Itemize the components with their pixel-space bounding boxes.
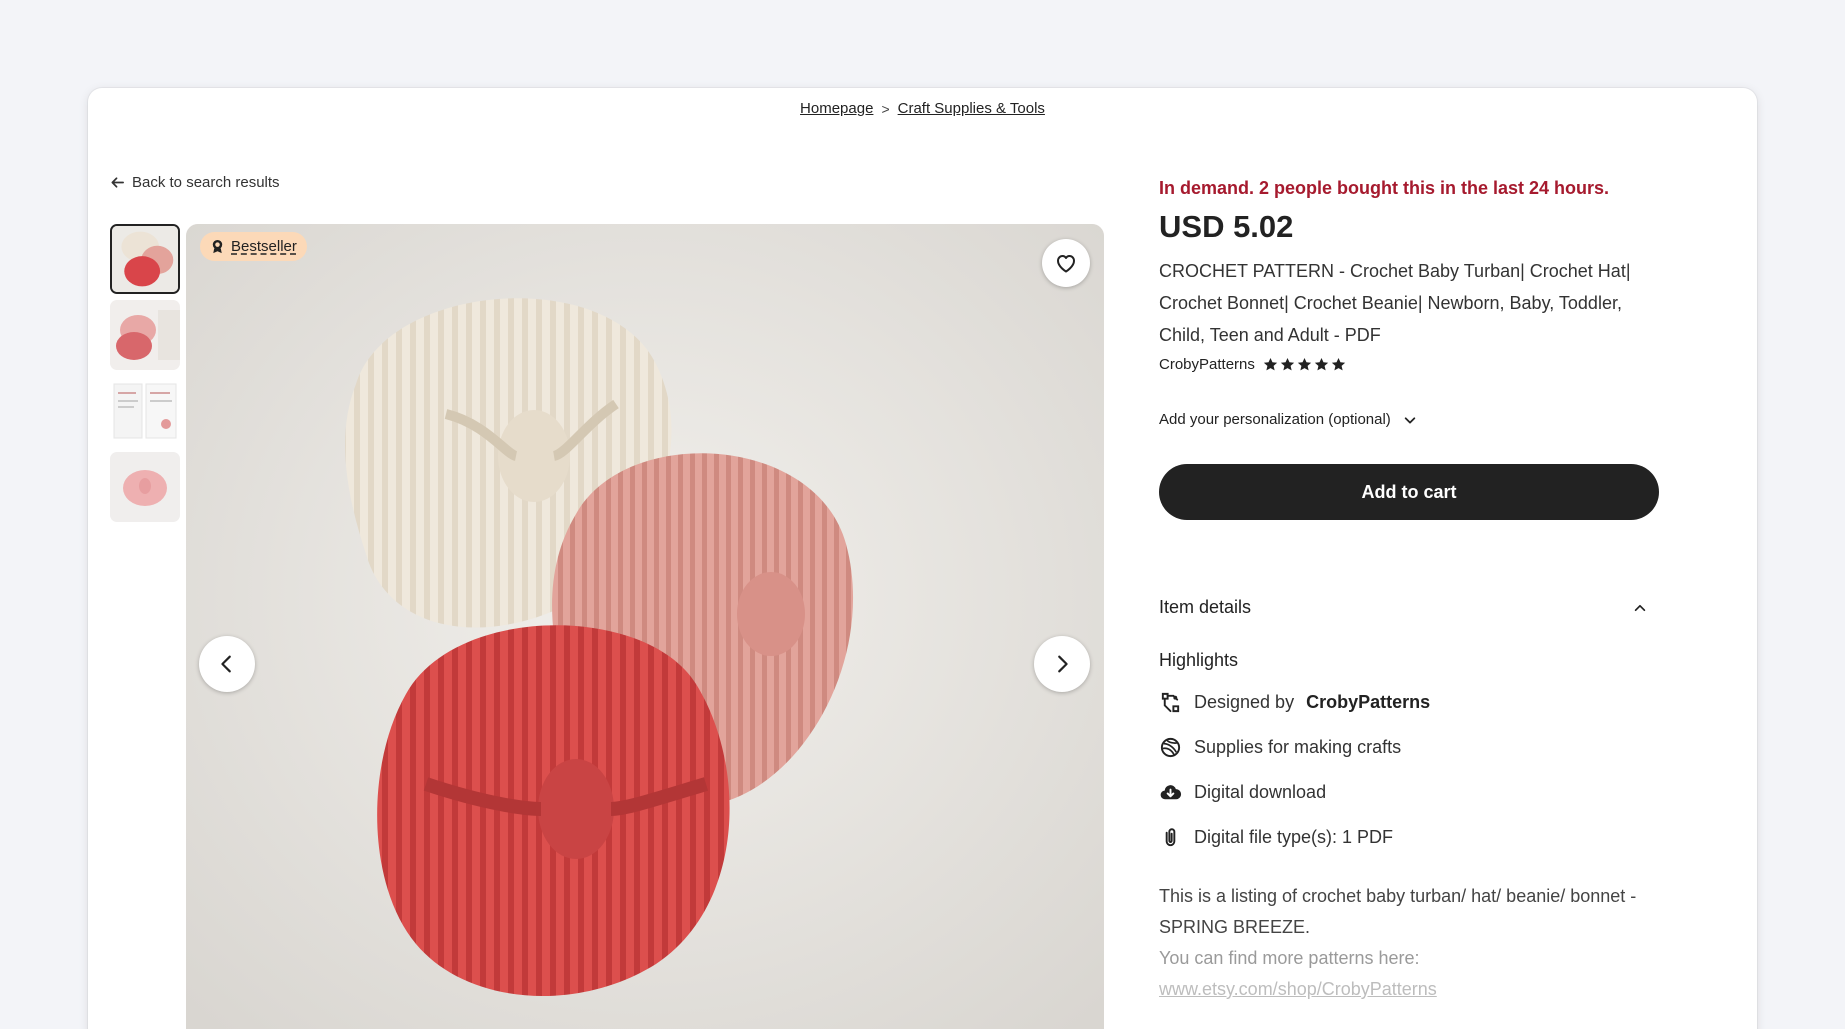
- back-link-label: Back to search results: [132, 174, 280, 191]
- yarn-ball-icon: [1160, 737, 1181, 758]
- breadcrumb-separator: >: [881, 100, 890, 117]
- chevron-left-icon: [221, 655, 231, 673]
- star-icon: [1263, 357, 1278, 371]
- item-details-toggle[interactable]: Item details: [1159, 597, 1659, 618]
- award-icon: [212, 239, 223, 254]
- thumbnail-image: [112, 226, 178, 292]
- listing-title: CROCHET PATTERN - Crochet Baby Turban| C…: [1159, 261, 1631, 345]
- personalization-label: Add your personalization (optional): [1159, 411, 1391, 428]
- add-to-cart-button[interactable]: Add to cart: [1159, 464, 1659, 520]
- bestseller-badge: Bestseller: [200, 232, 307, 261]
- previous-image-button[interactable]: [199, 636, 255, 692]
- chevron-up-icon: [1634, 604, 1646, 611]
- breadcrumb-craft-supplies[interactable]: Craft Supplies & Tools: [898, 100, 1045, 117]
- designed-by-shop: CrobyPatterns: [1306, 692, 1431, 712]
- shop-url-link[interactable]: www.etsy.com/shop/CrobyPatterns: [1159, 974, 1659, 1005]
- thumbnail-image: [110, 376, 180, 446]
- shop-row: CrobyPatterns: [1159, 356, 1659, 373]
- description-line-2: You can find more patterns here:: [1159, 948, 1420, 968]
- file-type-text: Digital file type(s): 1 PDF: [1194, 827, 1394, 847]
- supplies-text: Supplies for making crafts: [1194, 737, 1402, 757]
- thumbnail-4[interactable]: [110, 452, 180, 522]
- chevron-down-icon: [1404, 416, 1416, 423]
- shop-name-link[interactable]: CrobyPatterns: [1159, 356, 1255, 373]
- star-icon: [1314, 357, 1329, 371]
- thumbnail-2[interactable]: [110, 300, 180, 370]
- breadcrumb: Homepage > Craft Supplies & Tools: [88, 100, 1757, 117]
- paperclip-icon: [1165, 828, 1176, 847]
- thumbnail-1[interactable]: [110, 224, 180, 294]
- designed-by-prefix: Designed by: [1194, 692, 1295, 712]
- highlight-designed-by: Designed by CrobyPatterns: [1159, 689, 1659, 716]
- favorite-button[interactable]: [1042, 239, 1090, 287]
- back-to-search-link[interactable]: Back to search results: [110, 174, 280, 191]
- star-icon: [1280, 357, 1295, 371]
- chevron-right-icon: [1058, 655, 1068, 673]
- listing-info: In demand. 2 people bought this in the l…: [1159, 176, 1659, 1005]
- thumbnail-3[interactable]: [110, 376, 180, 446]
- bestseller-label: Bestseller: [231, 238, 297, 255]
- arrow-left-icon: [111, 177, 124, 188]
- personalization-toggle[interactable]: Add your personalization (optional): [1159, 411, 1659, 428]
- highlights-title: Highlights: [1159, 650, 1239, 670]
- highlight-file-type: Digital file type(s): 1 PDF: [1159, 824, 1659, 851]
- thumbnail-image: [110, 300, 180, 370]
- description: This is a listing of crochet baby turban…: [1159, 881, 1659, 1005]
- next-image-button[interactable]: [1034, 636, 1090, 692]
- crochet-turbans-photo: [186, 224, 1104, 1029]
- highlight-supplies: Supplies for making crafts: [1159, 734, 1659, 761]
- highlight-download: Digital download: [1159, 779, 1659, 806]
- thumbnail-list: [110, 224, 180, 528]
- download-text: Digital download: [1194, 782, 1327, 802]
- cloud-download-icon: [1160, 785, 1182, 800]
- product-page-card: Homepage > Craft Supplies & Tools Back t…: [88, 88, 1757, 1029]
- star-icon: [1331, 357, 1346, 371]
- designer-icon: [1161, 692, 1180, 713]
- price: USD 5.02: [1159, 209, 1294, 244]
- star-icon: [1297, 357, 1312, 371]
- thumbnail-image: [110, 452, 180, 522]
- breadcrumb-homepage[interactable]: Homepage: [800, 100, 873, 117]
- demand-notice: In demand. 2 people bought this in the l…: [1159, 178, 1610, 198]
- main-product-image: Bestseller: [186, 224, 1104, 1029]
- item-details-heading: Item details: [1159, 597, 1252, 617]
- description-line-1: This is a listing of crochet baby turban…: [1159, 886, 1637, 937]
- heart-icon: [1057, 255, 1075, 273]
- rating-stars: [1263, 357, 1346, 372]
